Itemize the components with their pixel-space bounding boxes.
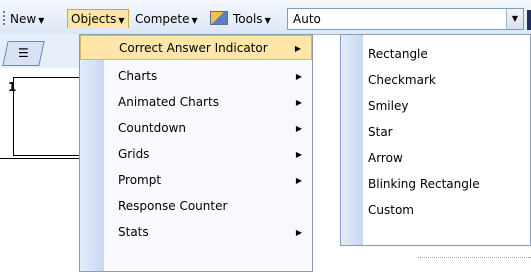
- chevron-down-icon: ▼: [118, 16, 125, 25]
- submenu-item-star[interactable]: Star: [341, 119, 530, 145]
- submenu-item-checkmark[interactable]: Checkmark: [341, 67, 530, 93]
- slide-thumbnail[interactable]: [13, 77, 80, 156]
- chevron-down-icon: ▼: [264, 16, 271, 25]
- new-label: New: [10, 12, 37, 26]
- menu-item-label: Countdown: [118, 121, 187, 135]
- menu-item-correct-answer-indicator[interactable]: Correct Answer Indicator ▶: [80, 35, 312, 60]
- menu-item-label: Grids: [118, 147, 150, 161]
- submenu-item-label: Checkmark: [368, 73, 436, 87]
- menu-item-charts[interactable]: Charts ▶: [80, 64, 312, 89]
- menu-item-label: Charts: [118, 69, 158, 83]
- submenu-item-label: Custom: [368, 203, 414, 217]
- submenu-arrow-icon: ▶: [295, 150, 302, 159]
- combo-dropdown-icon[interactable]: ▼: [506, 9, 523, 29]
- slide-list-divider: [0, 158, 90, 159]
- submenu-item-arrow[interactable]: Arrow: [341, 145, 530, 171]
- toolbar-grip[interactable]: [3, 11, 5, 25]
- submenu-item-label: Rectangle: [368, 47, 428, 61]
- objects-dropdown-menu: Correct Answer Indicator ▶ Charts ▶ Anim…: [79, 34, 313, 272]
- chevron-down-icon: ▼: [191, 16, 198, 25]
- menu-item-label: Correct Answer Indicator: [119, 41, 268, 55]
- chevron-down-icon: ▼: [38, 16, 45, 25]
- auto-combo-box[interactable]: Auto ▼: [287, 8, 524, 30]
- compete-menu-button[interactable]: Compete ▼: [132, 10, 201, 28]
- menu-item-label: Animated Charts: [118, 95, 219, 109]
- menu-item-label: Response Counter: [118, 199, 228, 213]
- submenu-arrow-icon: ▶: [295, 72, 302, 81]
- tools-label: Tools: [233, 12, 263, 26]
- submenu-item-label: Smiley: [368, 99, 409, 113]
- submenu-item-custom[interactable]: Custom: [341, 197, 530, 223]
- submenu-arrow-icon: ▶: [295, 124, 302, 133]
- toolbar-overflow-edge: [527, 10, 531, 30]
- menu-item-grids[interactable]: Grids ▶: [80, 142, 312, 167]
- slide-number: 1: [8, 80, 17, 94]
- submenu-item-blinking-rectangle[interactable]: Blinking Rectangle: [341, 171, 530, 197]
- menu-item-response-counter[interactable]: Response Counter: [80, 194, 312, 219]
- menu-item-stats[interactable]: Stats ▶: [80, 220, 312, 245]
- placeholder-border: [418, 257, 531, 258]
- submenu-item-rectangle[interactable]: Rectangle: [341, 41, 530, 67]
- submenu-item-label: Star: [368, 125, 393, 139]
- submenu-arrow-icon: ▶: [295, 176, 302, 185]
- outline-list-icon: ☰: [18, 46, 29, 60]
- new-menu-button[interactable]: New ▼: [7, 10, 47, 28]
- menu-item-animated-charts[interactable]: Animated Charts ▶: [80, 90, 312, 115]
- submenu-item-label: Blinking Rectangle: [368, 177, 480, 191]
- submenu-arrow-icon: ▶: [295, 98, 302, 107]
- compete-label: Compete: [135, 12, 190, 26]
- menu-item-countdown[interactable]: Countdown ▶: [80, 116, 312, 141]
- objects-menu-button[interactable]: Objects ▼: [67, 9, 129, 28]
- menu-item-label: Stats: [118, 225, 149, 239]
- toolbar: New ▼ Objects ▼ Compete ▼ Tools ▼ Auto ▼: [0, 0, 531, 35]
- menu-item-label: Prompt: [118, 173, 162, 187]
- menu-item-prompt[interactable]: Prompt ▶: [80, 168, 312, 193]
- objects-label: Objects: [71, 12, 117, 26]
- correct-answer-indicator-submenu: Rectangle Checkmark Smiley Star Arrow Bl…: [340, 34, 531, 246]
- tools-icon: [210, 11, 228, 25]
- submenu-arrow-icon: ▶: [294, 44, 301, 53]
- submenu-item-label: Arrow: [368, 151, 403, 165]
- submenu-arrow-icon: ▶: [295, 228, 302, 237]
- combo-value: Auto: [293, 12, 321, 26]
- submenu-item-smiley[interactable]: Smiley: [341, 93, 530, 119]
- tools-menu-button[interactable]: Tools ▼: [207, 10, 274, 28]
